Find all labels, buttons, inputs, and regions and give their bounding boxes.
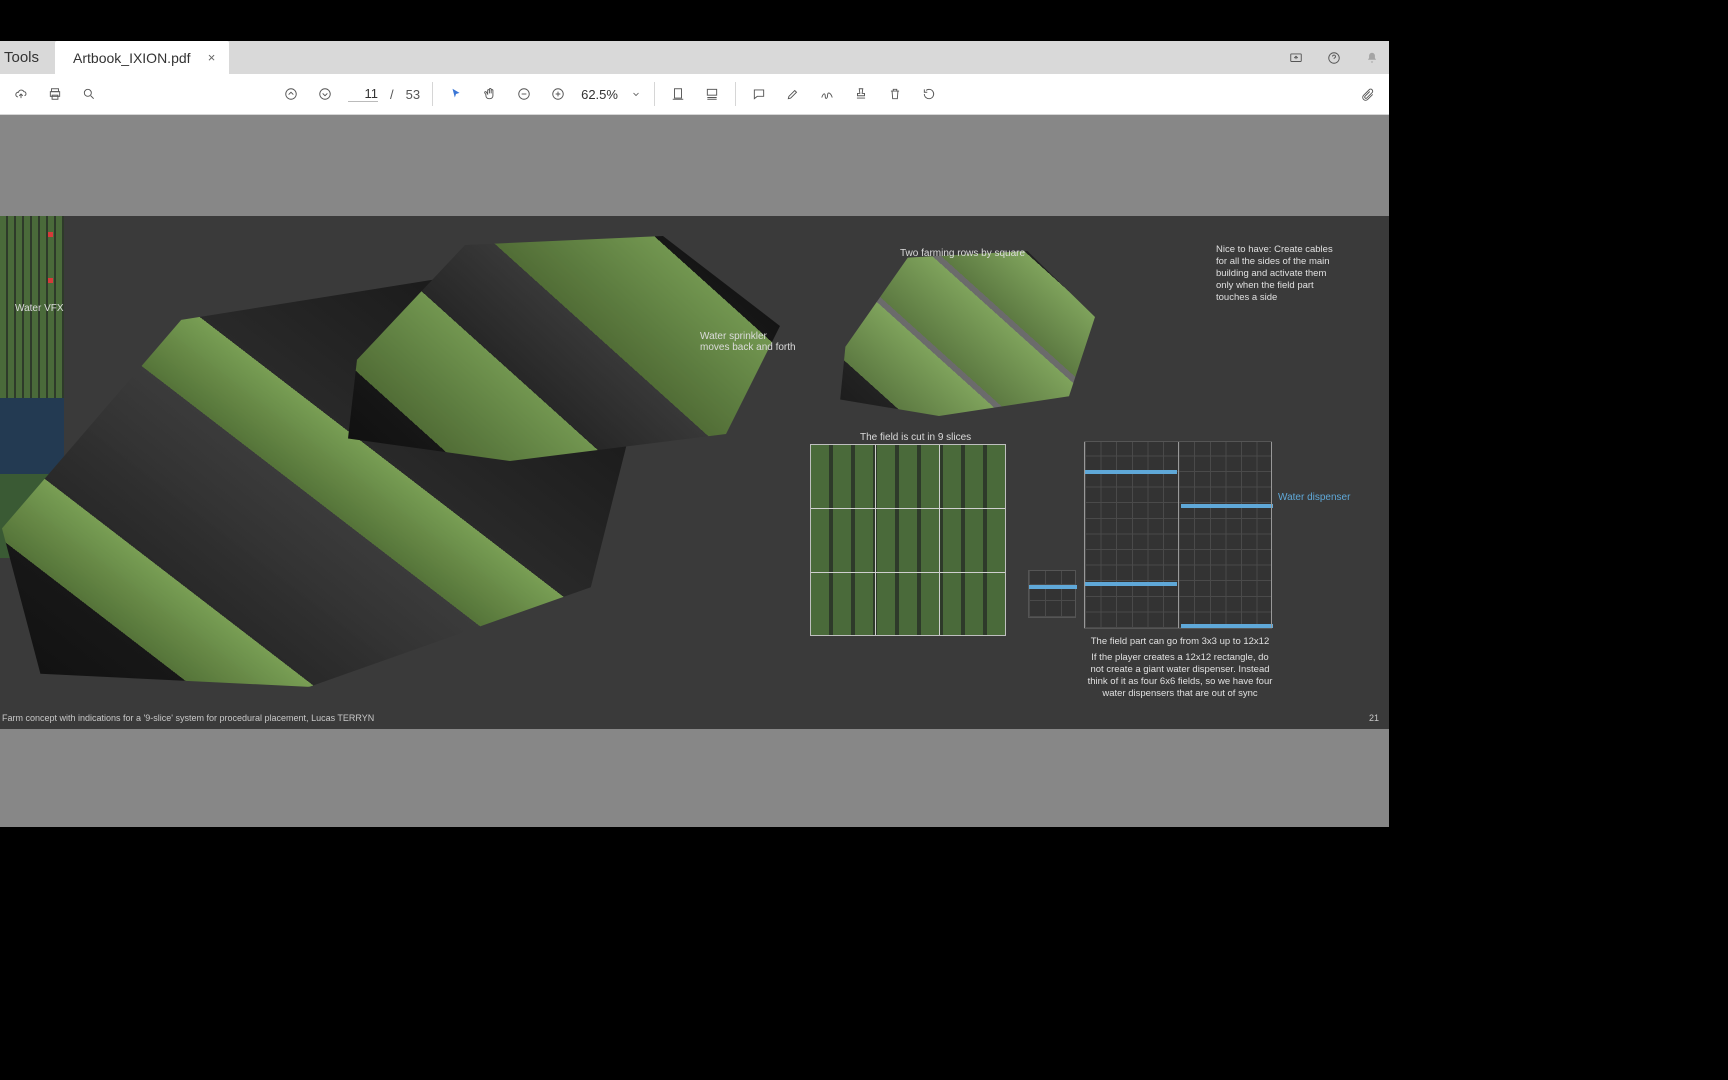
close-tab-icon[interactable]: × [205, 50, 219, 65]
note-rectangle: If the player creates a 12x12 rectangle,… [1084, 652, 1276, 700]
field-nine-slice [810, 444, 1006, 636]
page-number-input[interactable] [348, 86, 378, 102]
page-down-icon[interactable] [314, 83, 336, 105]
label-sprinkler: Water sprinkler moves back and forth [700, 331, 796, 353]
farm-small-artwork [835, 251, 1095, 416]
page-total: 53 [406, 87, 420, 102]
label-nine-slices: The field is cut in 9 slices [860, 432, 971, 443]
pointer-icon[interactable] [445, 83, 467, 105]
page-caption: Farm concept with indications for a '9-s… [0, 713, 374, 723]
zoom-out-icon[interactable] [513, 83, 535, 105]
document-tab[interactable]: Artbook_IXION.pdf × [55, 41, 229, 74]
page-print-number: 21 [1369, 713, 1379, 723]
delete-icon[interactable] [884, 83, 906, 105]
attachment-icon[interactable] [1357, 84, 1379, 106]
fit-width-icon[interactable] [667, 83, 689, 105]
comment-icon[interactable] [748, 83, 770, 105]
page-sep: / [390, 87, 394, 102]
tab-bar: Tools Artbook_IXION.pdf × [0, 41, 1389, 74]
tools-tab[interactable]: Tools [0, 41, 55, 74]
pdf-page: Water VFX Water sprinkler moves back and… [0, 216, 1389, 729]
upload-cloud-icon[interactable] [10, 83, 32, 105]
page-up-icon[interactable] [280, 83, 302, 105]
document-viewport[interactable]: Water VFX Water sprinkler moves back and… [0, 115, 1389, 827]
page-view-icon[interactable] [701, 83, 723, 105]
notifications-icon[interactable] [1361, 47, 1383, 69]
note-range: The field part can go from 3x3 up to 12x… [1084, 636, 1276, 648]
pdf-viewer-window: Tools Artbook_IXION.pdf × [0, 41, 1389, 827]
panel-blue [0, 398, 64, 474]
rotate-icon[interactable] [918, 83, 940, 105]
document-tab-label: Artbook_IXION.pdf [73, 50, 191, 66]
print-icon[interactable] [44, 83, 66, 105]
toolbar: / 53 62.5% [0, 74, 1389, 115]
label-water-vfx: Water VFX [15, 303, 64, 314]
highlight-icon[interactable] [782, 83, 804, 105]
search-icon[interactable] [78, 83, 100, 105]
share-screen-icon[interactable] [1285, 47, 1307, 69]
label-dispenser: Water dispenser [1278, 492, 1350, 503]
zoom-in-icon[interactable] [547, 83, 569, 105]
sign-icon[interactable] [816, 83, 838, 105]
grid-12x12 [1084, 441, 1272, 629]
hand-icon[interactable] [479, 83, 501, 105]
grid-3x3 [1028, 570, 1076, 618]
zoom-value[interactable]: 62.5% [581, 87, 618, 102]
label-two-rows: Two farming rows by square [900, 248, 1025, 259]
chevron-down-icon[interactable] [630, 83, 642, 105]
note-cables: Nice to have: Create cables for all the … [1216, 244, 1342, 303]
help-icon[interactable] [1323, 47, 1345, 69]
stamp-icon[interactable] [850, 83, 872, 105]
